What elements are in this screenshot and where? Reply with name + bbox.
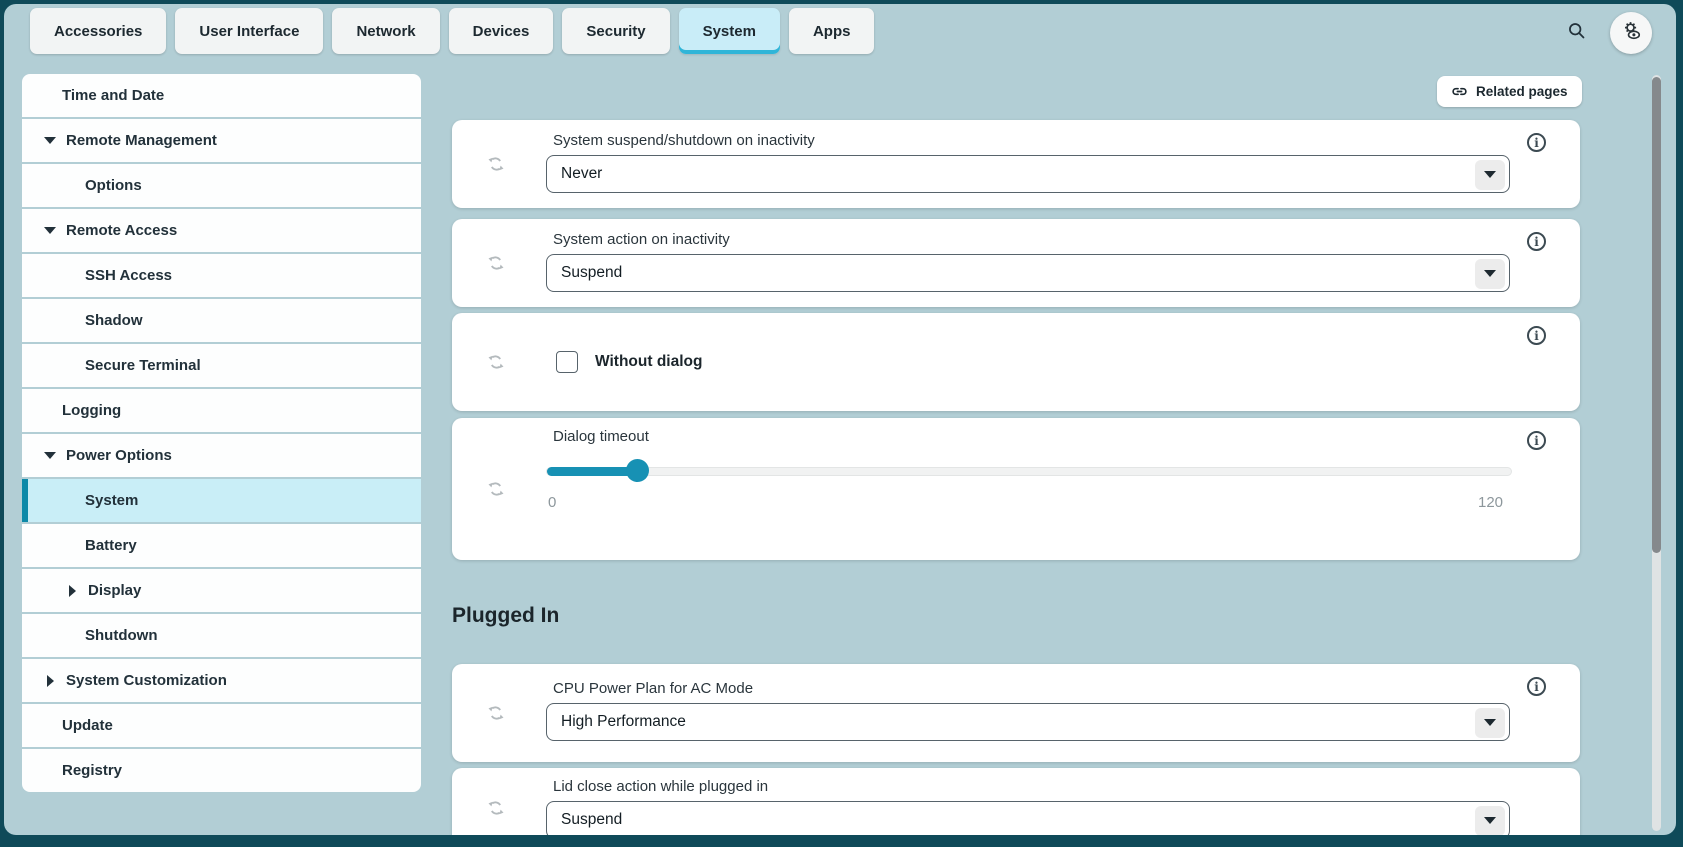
nav-item-logging[interactable]: Logging bbox=[22, 389, 421, 432]
checkbox-label: Without dialog bbox=[595, 353, 702, 371]
topbar-actions bbox=[1558, 12, 1652, 54]
setting-card-without-dialog: Without dialog i bbox=[452, 313, 1580, 411]
info-icon[interactable]: i bbox=[1527, 326, 1546, 345]
nav-item-update[interactable]: Update bbox=[22, 704, 421, 747]
nav-item-remote-access[interactable]: Remote Access bbox=[22, 209, 421, 252]
search-button[interactable] bbox=[1558, 15, 1594, 51]
chevron-down-icon[interactable] bbox=[42, 452, 58, 459]
link-icon bbox=[1451, 83, 1468, 100]
dialog-timeout-slider[interactable] bbox=[546, 467, 1512, 476]
settings-visibility-button[interactable] bbox=[1610, 12, 1652, 54]
gear-eye-icon bbox=[1620, 19, 1643, 47]
slider-thumb[interactable] bbox=[626, 459, 649, 482]
suspend-on-inactivity-select[interactable]: Never bbox=[546, 155, 1510, 193]
chevron-down-icon[interactable] bbox=[42, 137, 58, 144]
chevron-down-icon[interactable] bbox=[42, 227, 58, 234]
tab-devices[interactable]: Devices bbox=[449, 8, 554, 54]
nav-item-ssh-access[interactable]: SSH Access bbox=[22, 254, 421, 297]
nav-item-remote-management[interactable]: Remote Management bbox=[22, 119, 421, 162]
setting-card-lid-close-action: Lid close action while plugged in Suspen… bbox=[452, 768, 1580, 835]
chevron-down-icon[interactable] bbox=[1475, 708, 1505, 738]
scrollbar-thumb[interactable] bbox=[1652, 77, 1661, 553]
slider-min-label: 0 bbox=[548, 494, 556, 511]
nav-item-battery[interactable]: Battery bbox=[22, 524, 421, 567]
slider-max-label: 120 bbox=[1478, 494, 1503, 511]
tab-security[interactable]: Security bbox=[562, 8, 669, 54]
tab-accessories[interactable]: Accessories bbox=[30, 8, 166, 54]
tab-apps[interactable]: Apps bbox=[789, 8, 875, 54]
reset-icon[interactable] bbox=[486, 703, 506, 723]
info-icon[interactable]: i bbox=[1527, 677, 1546, 696]
cpu-power-plan-select[interactable]: High Performance bbox=[546, 703, 1510, 741]
chevron-down-icon[interactable] bbox=[1475, 806, 1505, 836]
setting-label: System suspend/shutdown on inactivity bbox=[553, 132, 1510, 149]
nav-item-registry[interactable]: Registry bbox=[22, 749, 421, 792]
nav-item-time-and-date[interactable]: Time and Date bbox=[22, 74, 421, 117]
chevron-right-icon[interactable] bbox=[64, 585, 80, 597]
reset-icon[interactable] bbox=[486, 154, 506, 174]
nav-item-system-customization[interactable]: System Customization bbox=[22, 659, 421, 702]
setting-card-cpu-power-plan: CPU Power Plan for AC Mode High Performa… bbox=[452, 664, 1580, 762]
vertical-scrollbar[interactable] bbox=[1652, 75, 1661, 831]
info-icon[interactable]: i bbox=[1527, 232, 1546, 251]
info-icon[interactable]: i bbox=[1527, 431, 1546, 450]
info-icon[interactable]: i bbox=[1527, 133, 1546, 152]
nav-item-shutdown[interactable]: Shutdown bbox=[22, 614, 421, 657]
related-pages-button[interactable]: Related pages bbox=[1437, 76, 1582, 107]
chevron-down-icon[interactable] bbox=[1475, 160, 1505, 190]
settings-nav: Time and Date Remote Management Options … bbox=[22, 74, 421, 792]
without-dialog-checkbox[interactable] bbox=[556, 351, 578, 373]
without-dialog-option[interactable]: Without dialog bbox=[556, 351, 702, 373]
nav-item-options[interactable]: Options bbox=[22, 164, 421, 207]
select-value: Never bbox=[561, 165, 602, 183]
nav-item-power-options[interactable]: Power Options bbox=[22, 434, 421, 477]
tab-system[interactable]: System bbox=[679, 8, 780, 54]
chevron-right-icon[interactable] bbox=[42, 675, 58, 687]
slider-fill bbox=[547, 467, 638, 476]
select-value: Suspend bbox=[561, 811, 622, 829]
search-icon bbox=[1566, 20, 1587, 46]
setting-label: CPU Power Plan for AC Mode bbox=[553, 680, 1510, 697]
settings-window: Accessories User Interface Network Devic… bbox=[4, 4, 1676, 835]
lid-close-action-select[interactable]: Suspend bbox=[546, 801, 1510, 835]
setting-card-action-on-inactivity: System action on inactivity Suspend i bbox=[452, 219, 1580, 307]
section-heading: Plugged In bbox=[452, 604, 559, 628]
nav-item-display[interactable]: Display bbox=[22, 569, 421, 612]
tab-network[interactable]: Network bbox=[332, 8, 439, 54]
select-value: High Performance bbox=[561, 713, 686, 731]
reset-icon[interactable] bbox=[486, 352, 506, 372]
setting-label: Dialog timeout bbox=[553, 428, 649, 445]
tab-user-interface[interactable]: User Interface bbox=[175, 8, 323, 54]
action-on-inactivity-select[interactable]: Suspend bbox=[546, 254, 1510, 292]
setting-label: Lid close action while plugged in bbox=[553, 778, 1510, 795]
reset-icon[interactable] bbox=[486, 798, 506, 818]
select-value: Suspend bbox=[561, 264, 622, 282]
reset-icon[interactable] bbox=[486, 479, 506, 499]
nav-item-system[interactable]: System bbox=[22, 479, 421, 522]
chevron-down-icon[interactable] bbox=[1475, 259, 1505, 289]
setting-card-dialog-timeout: Dialog timeout 0 120 i bbox=[452, 418, 1580, 560]
category-tabbar: Accessories User Interface Network Devic… bbox=[30, 8, 874, 54]
setting-card-suspend-on-inactivity: System suspend/shutdown on inactivity Ne… bbox=[452, 120, 1580, 208]
reset-icon[interactable] bbox=[486, 253, 506, 273]
setting-label: System action on inactivity bbox=[553, 231, 1510, 248]
nav-item-shadow[interactable]: Shadow bbox=[22, 299, 421, 342]
nav-item-secure-terminal[interactable]: Secure Terminal bbox=[22, 344, 421, 387]
